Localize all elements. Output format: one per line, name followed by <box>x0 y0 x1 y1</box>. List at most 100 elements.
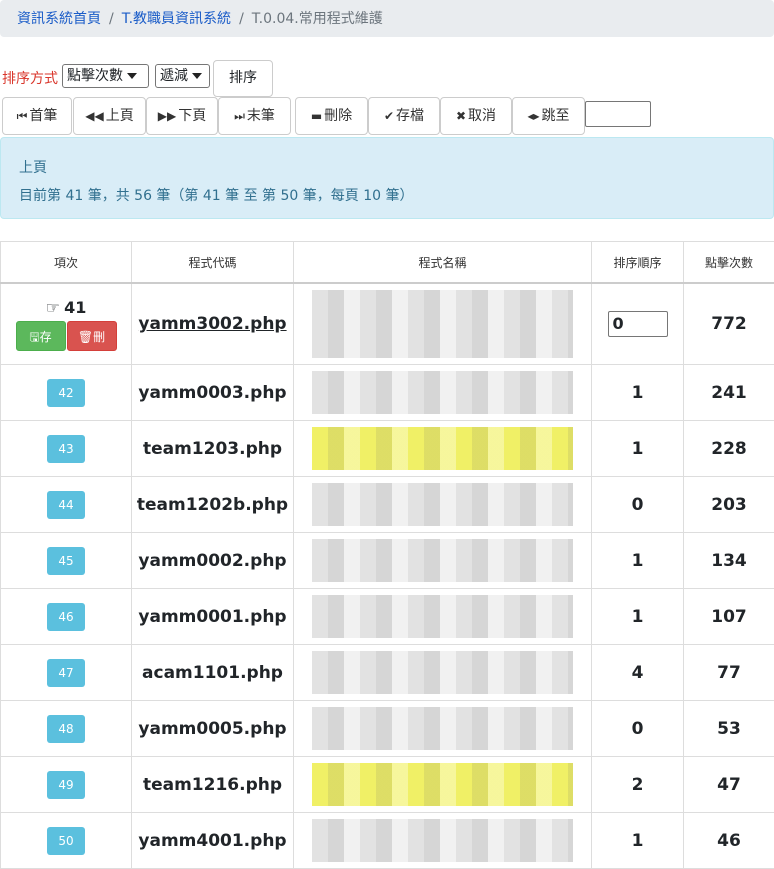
table-row: 50 yamm4001.php 1 46 <box>1 813 774 869</box>
delete-button[interactable]: ▬刪除 <box>295 97 368 135</box>
program-name-cell <box>294 421 592 477</box>
redacted-name <box>312 763 573 806</box>
program-code: yamm0003.php <box>138 383 286 403</box>
table-row-current: ☞ 41 🖫存 🗑刪 yamm3002.php 0 772 <box>1 283 774 365</box>
breadcrumb-staff-system-link[interactable]: T.教職員資訊系統 <box>122 11 231 27</box>
header-order[interactable]: 排序順序 <box>592 242 684 284</box>
header-code[interactable]: 程式代碼 <box>132 242 294 284</box>
breadcrumb-home-link[interactable]: 資訊系統首頁 <box>17 11 101 27</box>
header-index: 項次 <box>1 242 132 284</box>
alert-record-status: 目前第 41 筆，共 56 筆（第 41 筆 至 第 50 筆，每頁 10 筆） <box>19 182 755 210</box>
program-code: yamm4001.php <box>138 831 286 851</box>
program-name-cell <box>294 533 592 589</box>
header-name[interactable]: 程式名稱 <box>294 242 592 284</box>
last-button[interactable]: ⏭末筆 <box>218 97 291 135</box>
chevron-down-icon <box>127 73 137 79</box>
clicks-value: 772 <box>711 314 747 334</box>
sort-direction-select[interactable]: 遞減 <box>155 64 210 88</box>
program-code-link[interactable]: yamm3002.php <box>138 314 286 334</box>
table-row: 44 team1202b.php 0 203 <box>1 477 774 533</box>
row-save-label: 存 <box>40 330 52 344</box>
program-code: team1202b.php <box>137 495 288 515</box>
table-header-row: 項次 程式代碼 程式名稱 排序順序 點擊次數 <box>1 242 774 284</box>
alert-action: 上頁 <box>19 154 755 182</box>
minus-icon: ▬ <box>311 109 322 123</box>
chevron-down-icon <box>192 73 202 79</box>
header-clicks[interactable]: 點擊次數 <box>684 242 774 284</box>
cancel-button[interactable]: ✖取消 <box>440 97 512 135</box>
trash-icon: 🗑 <box>78 330 93 344</box>
program-name-cell <box>294 645 592 701</box>
order-value: 1 <box>632 551 644 571</box>
sort-button[interactable]: 排序 <box>213 60 273 97</box>
clicks-value: 107 <box>711 607 747 627</box>
row-index-button[interactable]: 50 <box>47 827 85 855</box>
order-input[interactable]: 0 <box>608 311 668 337</box>
save-button[interactable]: ✔存檔 <box>368 97 440 135</box>
clicks-value: 241 <box>711 383 747 403</box>
first-label: 首筆 <box>29 108 57 124</box>
program-name-cell <box>294 813 592 869</box>
table-row: 45 yamm0002.php 1 134 <box>1 533 774 589</box>
clicks-value: 228 <box>711 439 747 459</box>
backward-icon: ◀◀ <box>85 109 103 123</box>
next-button[interactable]: ▶▶下頁 <box>146 97 218 135</box>
row-index-button[interactable]: 47 <box>47 659 85 687</box>
clicks-value: 134 <box>711 551 747 571</box>
row-save-button[interactable]: 🖫存 <box>16 321 66 351</box>
save-icon: 🖫 <box>29 330 39 344</box>
jump-label: 跳至 <box>542 108 570 124</box>
program-name-cell <box>294 757 592 813</box>
jump-input[interactable] <box>585 101 651 127</box>
program-name-cell <box>294 365 592 421</box>
info-alert: 上頁 目前第 41 筆，共 56 筆（第 41 筆 至 第 50 筆，每頁 10… <box>0 137 774 219</box>
program-code: acam1101.php <box>142 663 283 683</box>
redacted-name <box>312 651 573 694</box>
current-index-cell: ☞ 41 🖫存 🗑刪 <box>1 283 132 365</box>
resize-horizontal-icon: ◂▸ <box>527 109 539 123</box>
program-name-cell <box>294 477 592 533</box>
check-icon: ✔ <box>384 109 394 123</box>
hand-pointer-icon: ☞ <box>46 298 60 317</box>
row-index-button[interactable]: 44 <box>47 491 85 519</box>
clicks-value: 203 <box>711 495 747 515</box>
redacted-name <box>312 819 573 862</box>
program-name-cell <box>294 589 592 645</box>
next-label: 下頁 <box>178 108 206 124</box>
clicks-value: 53 <box>717 719 741 739</box>
sort-label: 排序方式 <box>2 68 58 88</box>
breadcrumb-current: T.0.04.常用程式維護 <box>252 11 383 27</box>
clicks-value: 47 <box>717 775 741 795</box>
table-row: 42 yamm0003.php 1 241 <box>1 365 774 421</box>
breadcrumb-separator: / <box>239 11 244 27</box>
table-row: 48 yamm0005.php 0 53 <box>1 701 774 757</box>
redacted-name <box>312 707 573 750</box>
order-value: 0 <box>632 719 644 739</box>
row-index-button[interactable]: 43 <box>47 435 85 463</box>
delete-label: 刪除 <box>324 108 352 124</box>
order-value: 1 <box>632 383 644 403</box>
sort-direction-value: 遞減 <box>160 68 188 84</box>
row-index-button[interactable]: 48 <box>47 715 85 743</box>
table-row: 47 acam1101.php 4 77 <box>1 645 774 701</box>
order-value: 1 <box>632 831 644 851</box>
sort-field-select[interactable]: 點擊次數 <box>62 64 149 88</box>
row-index-button[interactable]: 42 <box>47 379 85 407</box>
row-delete-button[interactable]: 🗑刪 <box>67 321 117 351</box>
last-label: 末筆 <box>247 108 275 124</box>
jump-button[interactable]: ◂▸跳至 <box>512 97 585 135</box>
clicks-value: 77 <box>717 663 741 683</box>
order-value: 2 <box>632 775 644 795</box>
first-button[interactable]: ⏮首筆 <box>2 97 72 135</box>
table-row: 43 team1203.php 1 228 <box>1 421 774 477</box>
forward-icon: ▶▶ <box>158 109 176 123</box>
row-index-button[interactable]: 46 <box>47 603 85 631</box>
redacted-name <box>312 483 573 526</box>
program-name-cell <box>294 283 592 365</box>
row-index-button[interactable]: 49 <box>47 771 85 799</box>
program-table: 項次 程式代碼 程式名稱 排序順序 點擊次數 ☞ 41 🖫存 🗑刪 yamm30… <box>0 241 774 869</box>
program-code: yamm0005.php <box>138 719 286 739</box>
prev-button[interactable]: ◀◀上頁 <box>73 97 146 135</box>
prev-label: 上頁 <box>106 108 134 124</box>
row-index-button[interactable]: 45 <box>47 547 85 575</box>
